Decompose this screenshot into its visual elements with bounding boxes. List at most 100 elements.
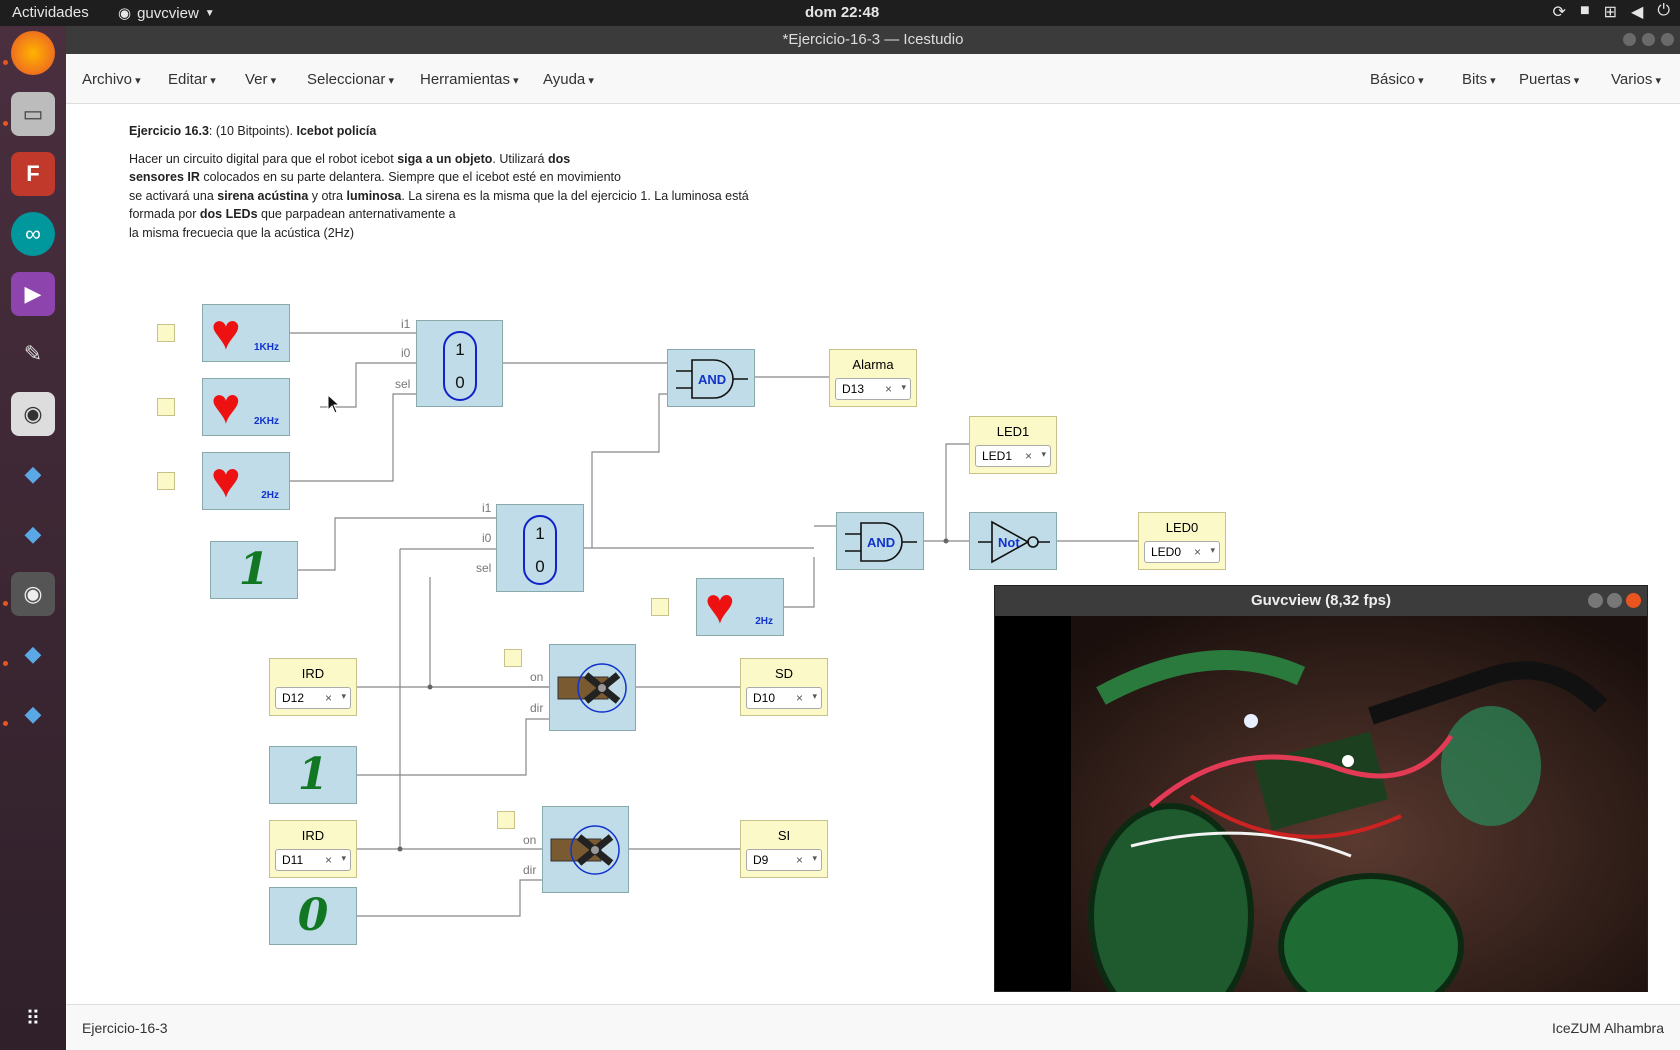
constant-value: 1 [238,544,270,595]
and-gate-block[interactable]: AND [836,512,924,570]
clear-icon[interactable]: × [325,691,332,705]
io-name: SD [774,666,794,681]
heart-frequency: 2KHz [253,416,279,427]
output-alarma[interactable]: Alarma D13 × ▾ [829,349,917,407]
chevron-down-icon: ▾ [1210,545,1215,555]
port-label-i1: i1 [401,317,411,331]
servo-icon [557,663,627,713]
clear-icon[interactable]: × [325,853,332,867]
mux-zero: 0 [455,373,465,392]
pin-select[interactable]: LED1 × ▾ [975,445,1051,467]
clock-input-pin[interactable] [497,811,515,829]
port-label-dir: dir [523,863,537,877]
constant-block[interactable]: 1 [269,746,357,804]
servo-block[interactable] [542,806,629,893]
heartbeat-2hz-block[interactable]: ♥ 2Hz [202,452,290,510]
clear-icon[interactable]: × [1194,545,1201,559]
io-name: LED0 [1165,520,1199,535]
io-name: LED1 [996,424,1030,439]
pin-value: LED0 [1151,545,1182,559]
port-label-on: on [530,670,544,684]
chevron-down-icon: ▾ [341,853,346,863]
port-label-dir: dir [530,701,544,715]
servo-icon [550,825,620,875]
guvcview-titlebar[interactable]: Guvcview (8,32 fps) [995,586,1647,616]
clock-input-pin[interactable] [157,324,175,342]
guvcview-window[interactable]: Guvcview (8,32 fps) [994,585,1648,992]
status-project-name: Ejercicio-16-3 [82,1020,168,1036]
constant-value: 0 [297,890,329,941]
chevron-down-icon: ▾ [812,853,817,863]
input-ird[interactable]: IRD D11 × ▾ [269,820,357,878]
mux-block[interactable]: 10 [496,504,584,592]
minimize-button[interactable] [1588,593,1603,608]
chevron-down-icon: ▾ [1041,449,1046,459]
heart-icon: ♥ [211,452,241,508]
clear-icon[interactable]: × [1025,449,1032,463]
and-gate-label: AND [698,372,726,387]
clear-icon[interactable]: × [796,691,803,705]
output-sd[interactable]: SD D10 × ▾ [740,658,828,716]
constant-value: 1 [297,749,329,800]
clock-input-pin[interactable] [651,598,669,616]
clear-icon[interactable]: × [796,853,803,867]
clock-input-pin[interactable] [157,398,175,416]
clock-input-pin[interactable] [504,649,522,667]
and-gate-symbol: AND [845,522,917,562]
and-gate-label: AND [867,535,895,550]
clear-icon[interactable]: × [885,382,892,396]
pin-value: LED1 [982,449,1013,463]
servo-block[interactable] [549,644,636,731]
robot-camera-image [1071,616,1647,992]
pin-select[interactable]: D9 × ▾ [746,849,822,871]
not-gate-block[interactable]: Not [969,512,1057,570]
port-label-sel: sel [476,561,492,575]
heart-icon: ♥ [211,304,241,360]
pin-select[interactable]: D12 × ▾ [275,687,351,709]
pin-select[interactable]: D10 × ▾ [746,687,822,709]
io-name: IRD [301,666,325,681]
output-led1[interactable]: LED1 LED1 × ▾ [969,416,1057,474]
io-name: Alarma [852,357,894,372]
pin-value: D10 [753,691,776,705]
heartbeat-2khz-block[interactable]: ♥ 2KHz [202,378,290,436]
io-name: SI [777,828,791,843]
io-name: IRD [301,828,325,843]
heart-icon: ♥ [211,378,241,434]
heart-frequency: 2Hz [261,490,279,501]
status-board-name[interactable]: IceZUM Alhambra [1552,1020,1664,1036]
input-ird[interactable]: IRD D12 × ▾ [269,658,357,716]
heart-frequency: 2Hz [755,616,773,627]
pin-value: D12 [282,691,305,705]
pin-select[interactable]: D13 × ▾ [835,378,911,400]
mux-symbol: 10 [523,515,557,585]
port-label-sel: sel [395,377,411,391]
constant-block[interactable]: 1 [210,541,298,599]
mux-one: 1 [535,524,545,543]
mux-symbol: 10 [443,331,477,401]
clock-input-pin[interactable] [157,472,175,490]
output-led0[interactable]: LED0 LED0 × ▾ [1138,512,1226,570]
mux-one: 1 [455,340,465,359]
constant-block[interactable]: 0 [269,887,357,945]
port-label-on: on [523,833,537,847]
camera-preview [1071,616,1647,992]
pin-select[interactable]: D11 × ▾ [275,849,351,871]
pin-value: D11 [282,853,304,867]
port-label-i1: i1 [482,501,492,515]
heartbeat-2hz-block[interactable]: ♥ 2Hz [696,578,784,636]
mux-block[interactable]: 10 [416,320,503,407]
mux-zero: 0 [535,557,545,576]
guvcview-title: Guvcview (8,32 fps) [1250,592,1392,609]
heart-frequency: 1KHz [253,342,279,353]
close-button[interactable] [1626,593,1641,608]
chevron-down-icon: ▾ [812,691,817,701]
output-si[interactable]: SI D9 × ▾ [740,820,828,878]
and-gate-block[interactable]: AND [667,349,755,407]
pin-select[interactable]: LED0 × ▾ [1144,541,1220,563]
port-label-i0: i0 [482,531,492,545]
heartbeat-1khz-block[interactable]: ♥ 1KHz [202,304,290,362]
pin-value: D13 [842,382,865,396]
and-gate-symbol: AND [676,359,748,399]
maximize-button[interactable] [1607,593,1622,608]
